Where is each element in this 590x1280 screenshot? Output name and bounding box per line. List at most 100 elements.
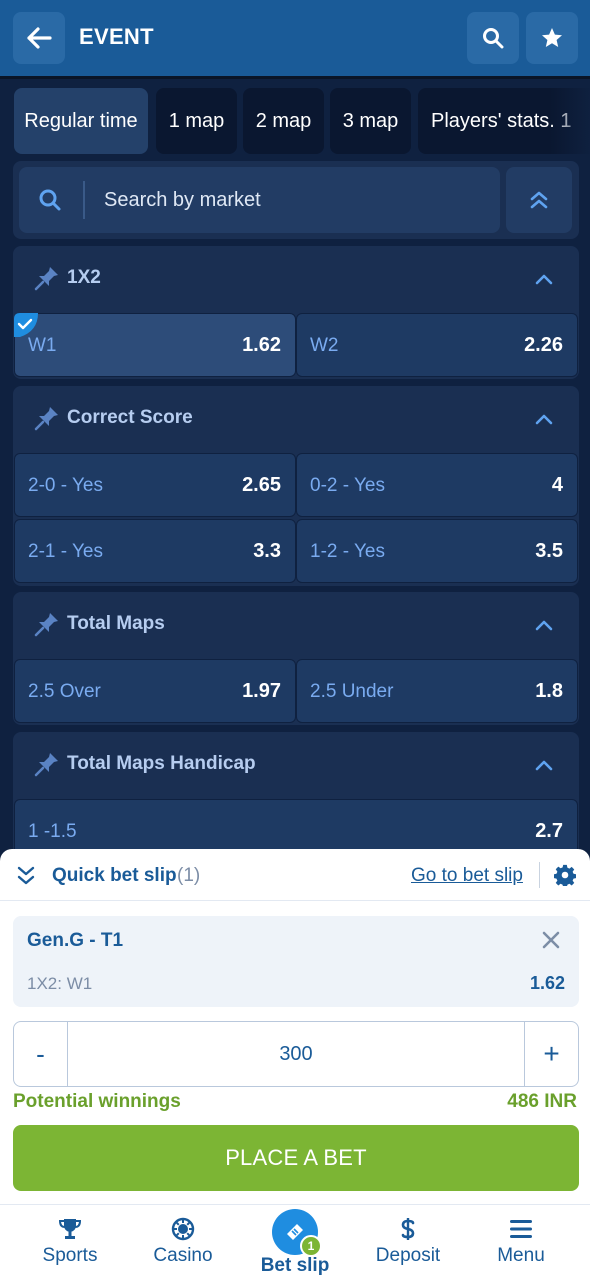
search-button[interactable] (467, 12, 519, 64)
bet-odd: 1.62 (529, 973, 565, 993)
pin-icon (34, 753, 58, 777)
nav-label: Sports (42, 1245, 98, 1266)
odd-value: 2.65 (242, 474, 281, 496)
stake-stepper: - 300 + (13, 1021, 579, 1087)
market-title: Correct Score (67, 407, 193, 428)
odd-label: W2 (310, 335, 339, 356)
tab-regular-time[interactable]: Regular time (14, 88, 148, 154)
odd-w2[interactable]: W2 2.26 (296, 313, 578, 377)
menu-icon (510, 1220, 532, 1238)
odd-label: 2.5 Over (28, 681, 101, 702)
nav-label: Menu (497, 1245, 545, 1266)
decrease-stake-button[interactable]: - (14, 1022, 68, 1086)
odd-value: 2.26 (524, 334, 563, 356)
bet-slip-count-badge: 1 (300, 1235, 322, 1257)
stake-input[interactable]: 300 (68, 1022, 524, 1086)
bottom-nav: Sports Casino 1 Bet slip Deposit Menu (0, 1204, 590, 1280)
dollar-icon (401, 1218, 415, 1240)
bet-slip-header: Quick bet slip (1) Go to bet slip (0, 849, 590, 901)
odd-0-2-yes[interactable]: 0-2 - Yes 4 (296, 453, 578, 517)
market-correct-score: Correct Score 2-0 - Yes 2.65 0-2 - Yes 4… (13, 386, 579, 586)
bet-slip-title: Quick bet slip (52, 865, 177, 886)
market-title: Total Maps (67, 613, 165, 634)
search-icon (37, 187, 63, 213)
close-icon[interactable] (541, 930, 561, 950)
odd-label: 2-0 - Yes (28, 475, 103, 496)
odd-value: 2.7 (535, 820, 563, 842)
search-placeholder: Search by market (104, 189, 261, 211)
nav-label: Deposit (375, 1245, 441, 1266)
place-bet-button[interactable]: PLACE A BET (13, 1125, 579, 1191)
tab-3-map[interactable]: 3 map (330, 88, 411, 154)
odd-value: 1.8 (535, 680, 563, 702)
tab-1-map[interactable]: 1 map (156, 88, 237, 154)
nav-item-casino[interactable]: Casino (128, 1205, 238, 1280)
potential-winnings-value: 486 INR (507, 1091, 577, 1112)
odd-2-1-yes[interactable]: 2-1 - Yes 3.3 (14, 519, 296, 583)
search-input[interactable]: Search by market (19, 167, 500, 233)
market-title: Total Maps Handicap (67, 753, 256, 774)
app-header: EVENT (0, 0, 590, 76)
increase-stake-button[interactable]: + (524, 1022, 578, 1086)
market-header[interactable]: Correct Score (13, 386, 579, 450)
go-to-bet-slip-link[interactable]: Go to bet slip (411, 865, 523, 887)
market-1x2: 1X2 W1 1.62 W2 2.26 (13, 246, 579, 379)
odd-value: 1.97 (242, 680, 281, 702)
bet-card: Gen.G - T1 1X2: W1 1.62 (13, 916, 579, 1007)
odd-value: 3.3 (253, 540, 281, 562)
nav-label: Casino (153, 1245, 213, 1266)
double-chevron-up-icon (530, 191, 548, 209)
nav-item-sports[interactable]: Sports (15, 1205, 125, 1280)
pin-icon (34, 613, 58, 637)
odd-label: 2.5 Under (310, 681, 394, 702)
market-header[interactable]: Total Maps (13, 592, 579, 656)
odd-w1[interactable]: W1 1.62 (14, 313, 296, 377)
period-tabs: Regular time 1 map 2 map 3 map Players' … (0, 88, 590, 156)
search-icon (483, 28, 504, 49)
bet-event-name: Gen.G - T1 (27, 930, 124, 951)
market-total-maps: Total Maps 2.5 Over 1.97 2.5 Under 1.8 (13, 592, 579, 725)
odd-2-5-under[interactable]: 2.5 Under 1.8 (296, 659, 578, 723)
odd-1-2-yes[interactable]: 1-2 - Yes 3.5 (296, 519, 578, 583)
collapse-all-button[interactable] (506, 167, 572, 233)
quick-bet-slip: Quick bet slip (1) Go to bet slip Gen.G … (0, 849, 590, 1204)
trophy-icon (58, 1219, 82, 1239)
gear-icon[interactable] (554, 864, 576, 886)
favorite-button[interactable] (526, 12, 578, 64)
nav-item-bet-slip[interactable]: 1 Bet slip (240, 1205, 350, 1280)
odd-value: 1.62 (242, 334, 281, 356)
odd-label: 1-2 - Yes (310, 541, 385, 562)
check-icon (14, 313, 38, 337)
tab-2-map[interactable]: 2 map (243, 88, 324, 154)
chevron-up-icon (535, 274, 553, 285)
double-chevron-down-icon[interactable] (16, 865, 36, 887)
market-title: 1X2 (67, 267, 101, 288)
chevron-up-icon (535, 414, 553, 425)
search-divider (83, 181, 85, 219)
header-divider (539, 862, 540, 888)
bet-slip-count: (1) (177, 865, 201, 886)
odd-2-0-yes[interactable]: 2-0 - Yes 2.65 (14, 453, 296, 517)
chevron-up-icon (535, 760, 553, 771)
market-header[interactable]: 1X2 (13, 246, 579, 310)
nav-label: Bet slip (260, 1255, 330, 1276)
nav-item-deposit[interactable]: Deposit (353, 1205, 463, 1280)
arrow-left-icon (27, 27, 52, 49)
market-header[interactable]: Total Maps Handicap (13, 732, 579, 796)
odd-label: W1 (28, 335, 57, 356)
odd-label: 1 -1.5 (28, 821, 77, 842)
market-search-panel: Search by market (13, 161, 579, 239)
bet-market: 1X2: W1 (27, 974, 93, 993)
back-button[interactable] (13, 12, 65, 64)
nav-item-menu[interactable]: Menu (466, 1205, 576, 1280)
star-icon (542, 28, 562, 47)
potential-winnings-label: Potential winnings (13, 1091, 181, 1112)
odd-value: 3.5 (535, 540, 563, 562)
odd-2-5-over[interactable]: 2.5 Over 1.97 (14, 659, 296, 723)
odd-label: 0-2 - Yes (310, 475, 385, 496)
header-shadow (0, 76, 590, 79)
page-title: EVENT (79, 24, 154, 49)
pin-icon (34, 267, 58, 291)
chevron-up-icon (535, 620, 553, 631)
odd-value: 4 (551, 474, 563, 496)
